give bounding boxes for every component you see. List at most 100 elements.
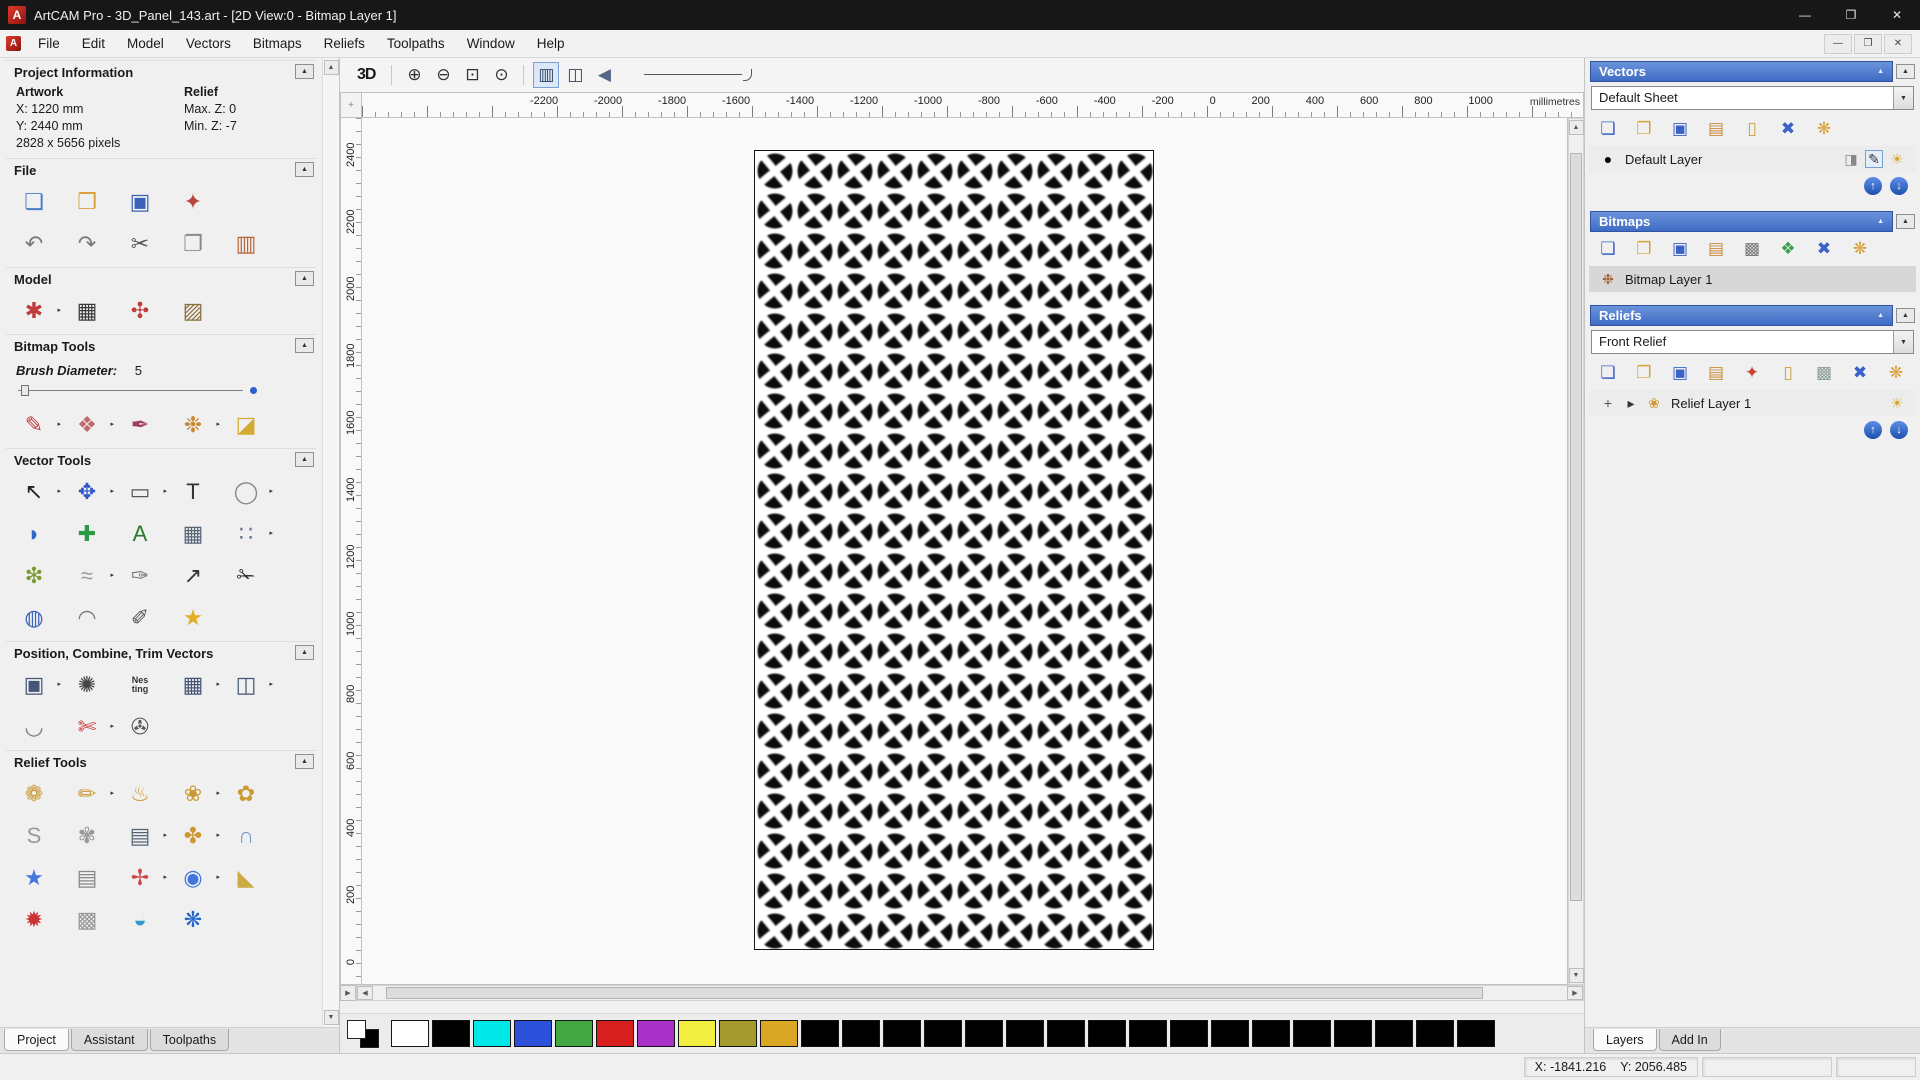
mdi-restore-button[interactable]: ❐ xyxy=(1854,34,1882,54)
layer-visibility-icon[interactable]: ☀ xyxy=(1888,150,1906,168)
horizontal-scroll-track[interactable] xyxy=(374,987,1566,999)
save-vectors-icon[interactable]: ▣ xyxy=(1669,118,1691,140)
bitmap-to-vector-icon[interactable]: ▩ xyxy=(1741,238,1763,260)
trim-vectors-icon[interactable]: ✄▸ xyxy=(71,711,103,743)
import-bitmap-icon[interactable]: ▤ xyxy=(1705,238,1727,260)
fit-curve-icon[interactable]: ✐ xyxy=(124,602,156,634)
color-swatch-13[interactable] xyxy=(924,1020,962,1047)
bake-relief-icon[interactable]: ✦ xyxy=(1741,362,1763,384)
join-vectors-icon[interactable]: ◡ xyxy=(18,711,50,743)
tab-assistant[interactable]: Assistant xyxy=(71,1029,148,1051)
vertical-scroll-thumb[interactable] xyxy=(1570,153,1582,901)
relief-layer-row[interactable]: +▸❀ Relief Layer 1 ☀ xyxy=(1589,390,1916,416)
vectors-collapse-button[interactable]: ▲ xyxy=(1896,64,1915,79)
constant-height-icon[interactable]: ∩ xyxy=(230,820,262,852)
reliefs-header[interactable]: Reliefs ▲ xyxy=(1590,305,1893,326)
vertical-scrollbar[interactable]: ▲ ▼ xyxy=(1568,118,1584,985)
chevron-down-icon[interactable]: ▼ xyxy=(1893,87,1913,109)
maximize-button[interactable]: ❐ xyxy=(1828,0,1874,30)
texture-relief-icon[interactable]: ★ xyxy=(18,862,50,894)
primary-colour-swatch[interactable] xyxy=(347,1020,366,1039)
bitmaps-collapse-button[interactable]: ▲ xyxy=(1896,214,1915,229)
group-vectors-icon[interactable]: ◫▸ xyxy=(230,669,262,701)
menu-model[interactable]: Model xyxy=(116,30,175,57)
menu-reliefs[interactable]: Reliefs xyxy=(313,30,376,57)
relief-selector[interactable]: Front Relief ▼ xyxy=(1591,330,1914,354)
edit-layer-icon[interactable]: ✎ xyxy=(1865,150,1883,168)
create-ellipse-icon[interactable]: ◯▸ xyxy=(230,476,262,508)
color-swatch-4[interactable] xyxy=(555,1020,593,1047)
color-swatch-24[interactable] xyxy=(1375,1020,1413,1047)
brush-diameter-slider[interactable] xyxy=(18,382,243,398)
expand-toolbar-button[interactable]: ▶ xyxy=(340,985,356,1001)
colour-convert-icon[interactable]: ❖ xyxy=(1777,238,1799,260)
import-vectors-icon[interactable]: ▤ xyxy=(1705,118,1727,140)
color-swatch-12[interactable] xyxy=(883,1020,921,1047)
scroll-right-icon[interactable]: ▶ xyxy=(1567,986,1583,1000)
new-bitmap-layer-icon[interactable]: ❏ xyxy=(1597,238,1619,260)
open-model-icon[interactable]: ❒ xyxy=(71,186,103,218)
color-swatch-1[interactable] xyxy=(432,1020,470,1047)
smooth-relief-icon[interactable]: ✤▸ xyxy=(177,820,209,852)
create-star-icon[interactable]: ★ xyxy=(177,602,209,634)
artwork-panel[interactable] xyxy=(754,150,1154,950)
create-curve-icon[interactable]: ✑ xyxy=(124,560,156,592)
merge-relief-layers-icon[interactable]: ❋ xyxy=(1885,362,1907,384)
delete-vector-layer-icon[interactable]: ✖ xyxy=(1777,118,1799,140)
paste-icon[interactable]: ▥ xyxy=(230,228,262,260)
circular-copy-icon[interactable]: ✺ xyxy=(71,669,103,701)
color-swatch-11[interactable] xyxy=(842,1020,880,1047)
layer-colour-icon[interactable]: ● xyxy=(1599,150,1617,168)
paint-icon[interactable]: ✎▸ xyxy=(18,409,50,441)
2d-view-canvas[interactable] xyxy=(362,118,1568,985)
color-swatch-0[interactable] xyxy=(391,1020,429,1047)
color-swatch-10[interactable] xyxy=(801,1020,839,1047)
color-swatch-6[interactable] xyxy=(637,1020,675,1047)
scroll-up-icon[interactable]: ▲ xyxy=(324,60,339,75)
save-model-icon[interactable]: ▣ xyxy=(124,186,156,218)
color-swatch-23[interactable] xyxy=(1334,1020,1372,1047)
select-vectors-icon[interactable]: ↖▸ xyxy=(18,476,50,508)
scroll-down-icon[interactable]: ▼ xyxy=(324,1010,339,1025)
create-arc-icon[interactable]: ◠ xyxy=(71,602,103,634)
align-vectors-icon[interactable]: ▣▸ xyxy=(18,669,50,701)
vector-boundary-icon[interactable]: ◗ xyxy=(18,518,50,550)
open-relief-icon[interactable]: ❒ xyxy=(1633,362,1655,384)
copy-icon[interactable]: ❐ xyxy=(177,228,209,260)
new-model-icon[interactable]: ❏ xyxy=(18,186,50,218)
transform-vectors-icon[interactable]: ✥▸ xyxy=(71,476,103,508)
color-swatch-2[interactable] xyxy=(473,1020,511,1047)
color-swatch-8[interactable] xyxy=(719,1020,757,1047)
left-panel-scrollbar[interactable]: ▲ ▼ xyxy=(322,58,339,1027)
collapse-section-button[interactable]: ▲ xyxy=(295,64,314,79)
create-text-icon[interactable]: T xyxy=(177,476,209,508)
pan-view-icon[interactable]: ▥ xyxy=(533,62,559,88)
merge-vector-layers-icon[interactable]: ❋ xyxy=(1813,118,1835,140)
horizontal-scrollbar[interactable]: ◀ ▶ xyxy=(356,985,1584,1001)
paste-along-curve-icon[interactable]: ❇ xyxy=(18,560,50,592)
save-bitmap-icon[interactable]: ▣ xyxy=(1669,238,1691,260)
open-bitmap-icon[interactable]: ❒ xyxy=(1633,238,1655,260)
open-vectors-icon[interactable]: ❒ xyxy=(1633,118,1655,140)
relief-from-image-icon[interactable]: ▩ xyxy=(71,904,103,936)
turn-icon[interactable]: ❀▸ xyxy=(177,778,209,810)
ruler-origin-button[interactable]: + xyxy=(340,92,362,118)
color-swatch-9[interactable] xyxy=(760,1020,798,1047)
cut-vector-icon[interactable]: ✁ xyxy=(230,560,262,592)
new-relief-layer-icon[interactable]: ❏ xyxy=(1597,362,1619,384)
color-swatch-7[interactable] xyxy=(678,1020,716,1047)
tab-add-in[interactable]: Add In xyxy=(1659,1029,1721,1051)
color-swatch-5[interactable] xyxy=(596,1020,634,1047)
menu-edit[interactable]: Edit xyxy=(71,30,116,57)
color-swatch-15[interactable] xyxy=(1006,1020,1044,1047)
create-rectangle-icon[interactable]: ▭▸ xyxy=(124,476,156,508)
delete-bitmap-layer-icon[interactable]: ✖ xyxy=(1813,238,1835,260)
scroll-left-icon[interactable]: ◀ xyxy=(357,986,373,1000)
view-3d-button[interactable]: 3D xyxy=(350,65,382,85)
interactive-sculpting-icon[interactable]: ◒ xyxy=(124,904,156,936)
zoom-out-icon[interactable]: ⊖ xyxy=(430,62,456,88)
slider-thumb[interactable] xyxy=(21,385,29,396)
vector-layer-name[interactable]: Default Layer xyxy=(1625,152,1834,167)
zoom-window-icon[interactable]: ⊡ xyxy=(459,62,485,88)
color-swatch-3[interactable] xyxy=(514,1020,552,1047)
